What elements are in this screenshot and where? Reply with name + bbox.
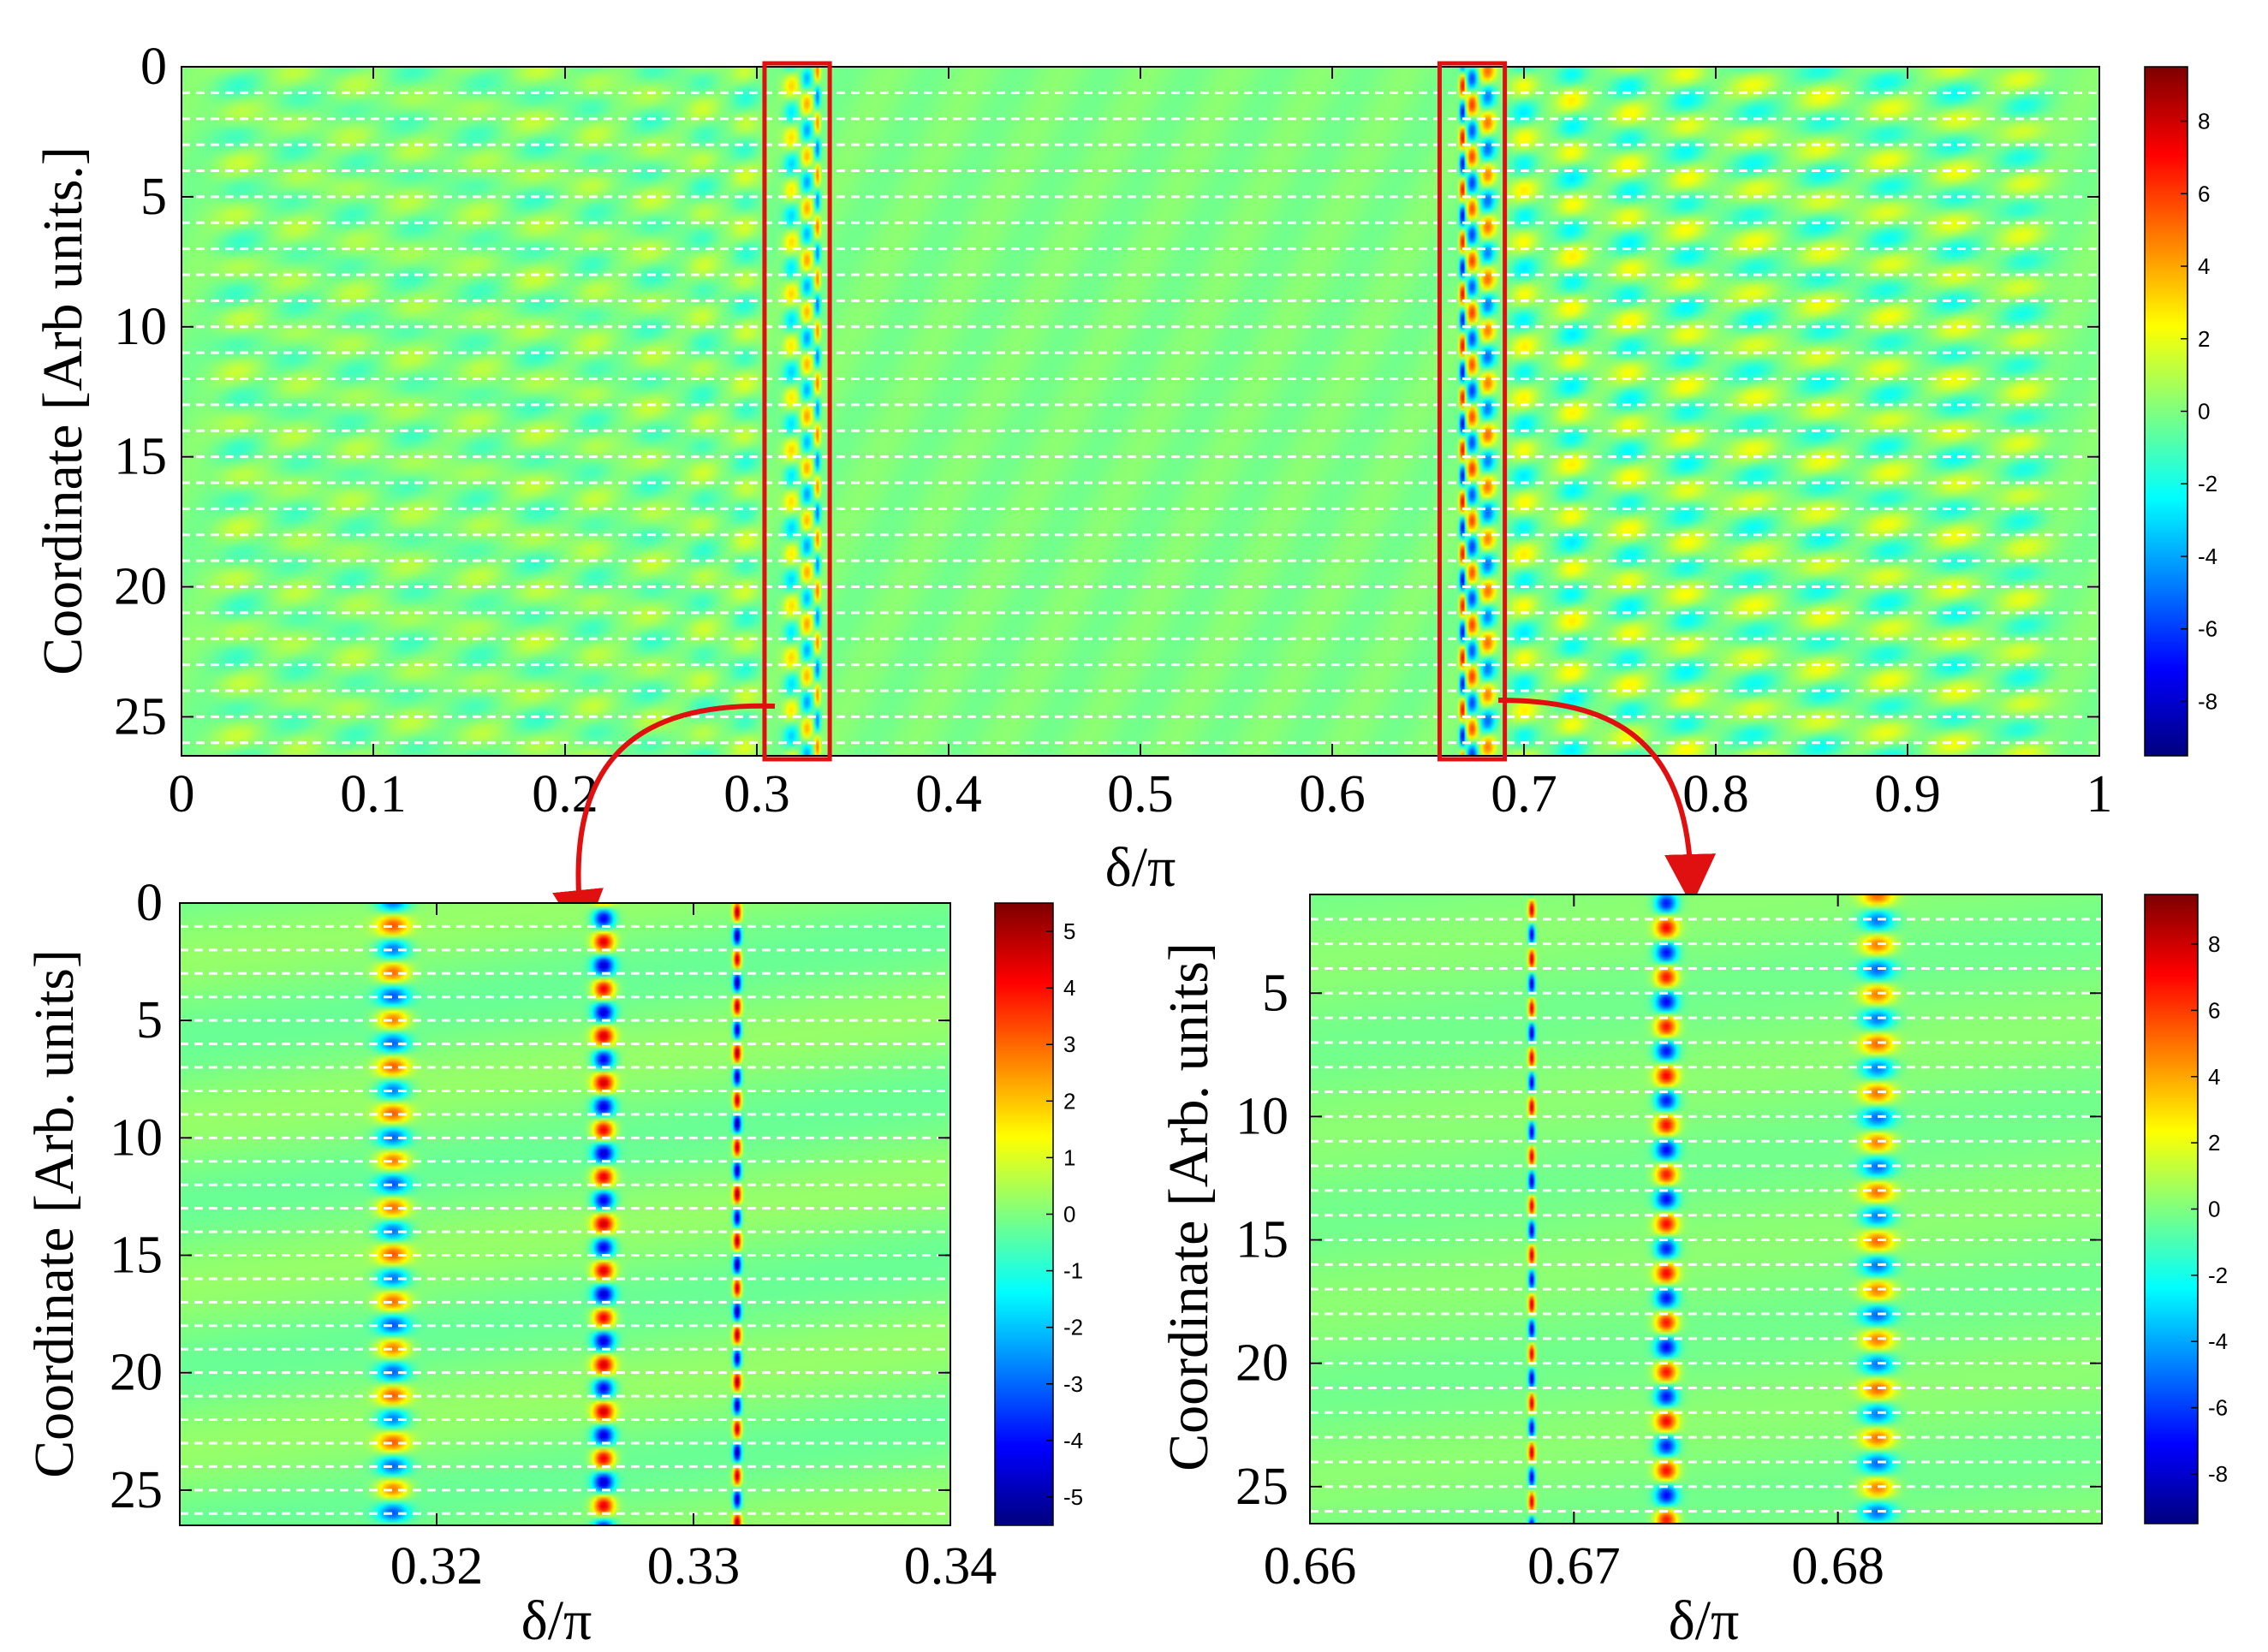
y-tick-label: 15 [114, 428, 167, 486]
y-tick-label: 15 [1235, 1211, 1289, 1269]
y-tick-label: 5 [140, 168, 167, 226]
colorbar-tick-label: 2 [2208, 1130, 2220, 1156]
colorbar-tick-label: 4 [2208, 1064, 2220, 1090]
x-tick-label: 0.67 [1527, 1537, 1621, 1596]
colorbar-tick-label: -5 [1063, 1484, 1083, 1510]
zoom-right-x-axis-label: δ/π [1669, 1590, 1740, 1652]
colorbar-tick-label: 6 [2208, 997, 2220, 1023]
x-tick-label: 0.4 [915, 765, 982, 823]
colorbar-tick-label: -8 [2198, 688, 2217, 714]
colorbar-tick-label: 6 [2198, 181, 2210, 206]
colorbar-tick-label: 0 [2208, 1197, 2220, 1222]
colorbar-tick-label: 8 [2198, 109, 2210, 134]
x-tick-label: 0.32 [390, 1537, 484, 1596]
main-y-axis-label: Coordinate [Arb units.] [32, 146, 94, 675]
colorbar-tick-label: 4 [2198, 253, 2210, 279]
y-tick-label: 5 [136, 991, 163, 1049]
y-tick-label: 25 [1235, 1458, 1289, 1516]
zoom-left-x-axis-label: δ/π [521, 1590, 592, 1652]
zoom-left-y-tick-labels: 0 5 10 15 20 25 [110, 874, 163, 1519]
x-tick-label: 0.7 [1491, 765, 1557, 823]
colorbar-tick-label: -4 [1063, 1428, 1083, 1453]
colorbar-tick-label: -3 [1063, 1371, 1083, 1397]
zoom-left-y-axis-label: Coordinate [Arb. units] [23, 949, 86, 1478]
zoom-left-colorbar [995, 903, 1053, 1525]
y-tick-label: 20 [114, 558, 167, 616]
zoom-right-colorbar [2145, 894, 2198, 1524]
colorbar-tick-label: -8 [2208, 1461, 2228, 1487]
main-y-tick-labels: 0 5 10 15 20 25 [114, 38, 167, 746]
y-tick-label: 10 [110, 1108, 163, 1167]
x-tick-label: 0.2 [532, 765, 598, 823]
colorbar-tick-label: 3 [1063, 1031, 1075, 1057]
colorbar-tick-label: -1 [1063, 1258, 1083, 1284]
colorbar-tick-label: 2 [2198, 326, 2210, 352]
x-tick-label: 0.5 [1107, 765, 1174, 823]
colorbar-tick-label: -2 [2208, 1263, 2228, 1288]
x-tick-label: 0.66 [1264, 1537, 1357, 1596]
x-tick-label: 0.33 [647, 1537, 741, 1596]
colorbar-tick-label: -2 [2198, 471, 2217, 496]
main-x-axis-label: δ/π [1105, 836, 1176, 899]
y-tick-label: 0 [136, 874, 163, 932]
x-tick-label: 0 [169, 765, 195, 823]
main-x-tick-labels: 0 0.1 0.2 0.3 0.4 0.5 0.6 0.7 0.8 0.9 1 [169, 765, 2113, 823]
x-tick-label: 0.68 [1791, 1537, 1884, 1596]
colorbar-tick-label: -6 [2198, 616, 2217, 642]
x-tick-label: 0.8 [1682, 765, 1749, 823]
x-tick-label: 0.1 [340, 765, 407, 823]
colorbar-tick-label: -4 [2198, 544, 2217, 569]
x-tick-label: 0.34 [904, 1537, 997, 1596]
colorbar-tick-label: 0 [1063, 1202, 1075, 1227]
y-tick-label: 20 [110, 1344, 163, 1402]
zoom-right-x-tick-labels: 0.66 0.67 0.68 [1264, 1537, 1884, 1596]
y-tick-label: 15 [110, 1227, 163, 1285]
figure: 0 0.1 0.2 0.3 0.4 0.5 0.6 0.7 0.8 0.9 1 0510152025… [23, 38, 2228, 1652]
y-tick-label: 5 [1262, 964, 1289, 1022]
y-tick-label: 10 [114, 298, 167, 356]
colorbar-tick-label: 0 [2198, 399, 2210, 425]
colorbar-tick-label: -2 [1063, 1315, 1083, 1340]
zoom-left-x-tick-labels: 0.32 0.33 0.34 [390, 1537, 997, 1596]
y-tick-label: 20 [1235, 1334, 1289, 1393]
x-tick-label: 0.9 [1874, 765, 1941, 823]
y-tick-label: 0 [140, 38, 167, 96]
zoom-right-y-tick-labels: 5 10 15 20 25 [1235, 964, 1289, 1515]
y-tick-label: 10 [1235, 1087, 1289, 1145]
zoom-right-heatmap [1310, 894, 2102, 1524]
colorbar-tick-label: -6 [2208, 1395, 2228, 1421]
colorbar-tick-label: 1 [1063, 1144, 1075, 1170]
colorbar-tick-label: -4 [2208, 1328, 2228, 1354]
zoom-left-panel: 0.32 0.33 0.34 0510152025 δ/π Coordinate [… [23, 874, 1083, 1652]
colorbar-tick-label: 8 [2208, 931, 2220, 957]
x-tick-label: 1 [2086, 765, 2113, 823]
zoom-right-panel: 0.66 0.67 0.68 510152025 δ/π Coordinate [A… [1158, 894, 2228, 1652]
main-panel: 0 0.1 0.2 0.3 0.4 0.5 0.6 0.7 0.8 0.9 1 0510152025… [32, 38, 2217, 899]
y-tick-label: 25 [114, 687, 167, 746]
colorbar-tick-label: 4 [1063, 975, 1075, 1001]
colorbar-tick-label: 2 [1063, 1088, 1075, 1114]
x-tick-label: 0.3 [723, 765, 790, 823]
zoom-right-y-axis-label: Coordinate [Arb. units] [1158, 942, 1220, 1471]
colorbar-tick-label: 5 [1063, 918, 1075, 944]
y-tick-label: 25 [110, 1461, 163, 1519]
x-tick-label: 0.6 [1299, 765, 1366, 823]
